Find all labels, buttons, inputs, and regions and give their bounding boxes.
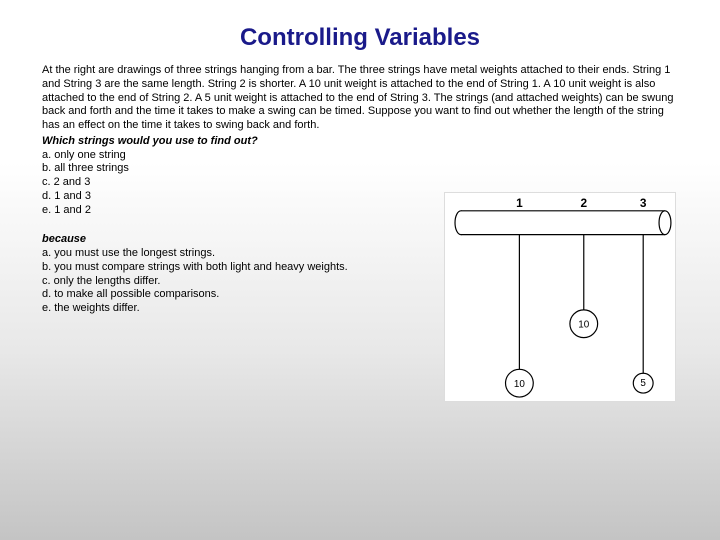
page-title: Controlling Variables <box>0 0 720 64</box>
bar-icon <box>455 211 671 235</box>
option-b: b. all three strings <box>42 162 678 176</box>
string-label-3: 3 <box>640 196 647 210</box>
option-a: a. only one string <box>42 149 678 163</box>
string-label-2: 2 <box>580 196 587 210</box>
weight-2-label: 10 <box>578 320 590 331</box>
question-text: Which strings would you use to find out? <box>42 135 678 149</box>
weight-3-label: 5 <box>640 378 646 389</box>
string-label-1: 1 <box>516 196 523 210</box>
option-c: c. 2 and 3 <box>42 176 678 190</box>
description-paragraph: At the right are drawings of three strin… <box>42 64 678 133</box>
diagram-svg: 1 2 3 10 10 5 <box>445 193 675 401</box>
weight-1-label: 10 <box>514 379 526 390</box>
strings-diagram: 1 2 3 10 10 5 <box>444 192 676 402</box>
